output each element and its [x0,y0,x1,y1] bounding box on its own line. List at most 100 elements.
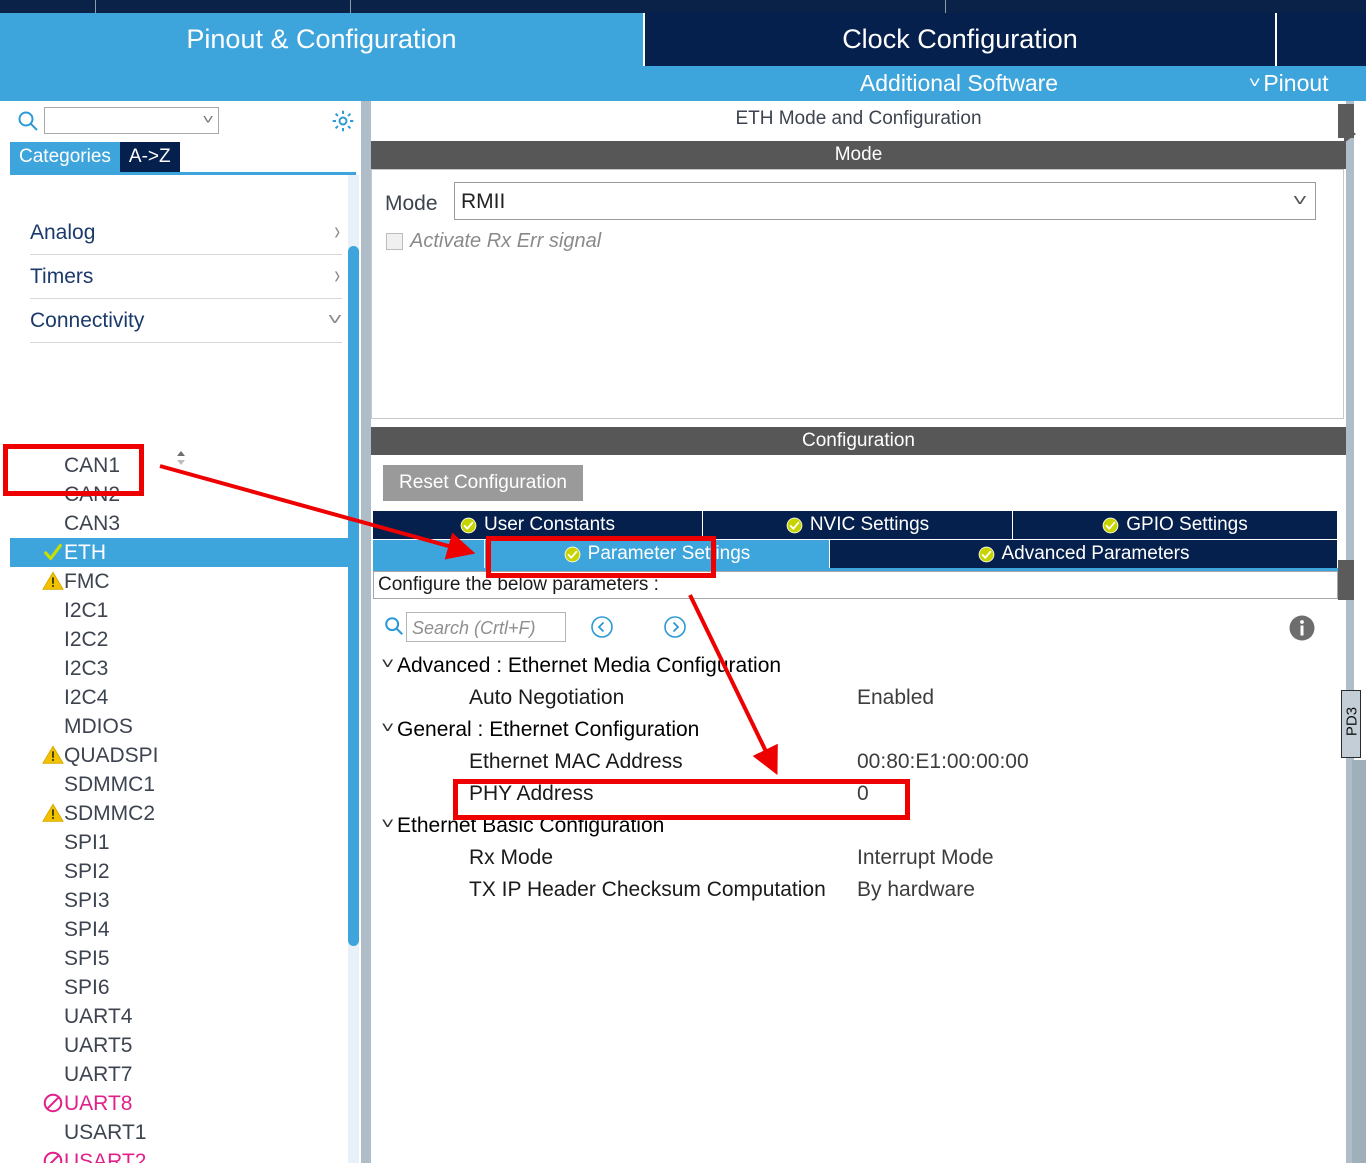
sidebar-scrollbar-thumb[interactable] [348,246,359,946]
sidebar-category-analog[interactable]: Analog › [30,211,342,255]
sidebar-item-fmc[interactable]: FMC [10,567,356,596]
parameter-row[interactable]: Rx Mode Interrupt Mode [373,842,1338,874]
sidebar-item-label: MDIOS [64,714,133,738]
right-scrollbar-segment-middle[interactable] [1338,560,1354,600]
pinout-dropdown[interactable]: ˅ Pinout [1249,66,1366,101]
parameter-row[interactable]: PHY Address 0 [373,778,1338,810]
parameter-value[interactable]: Interrupt Mode [857,846,994,870]
parameter-search-input[interactable]: Search (Crtl+F) [406,612,566,642]
tab-pinout-configuration[interactable]: Pinout & Configuration [0,13,643,66]
sidebar-item-label: SPI6 [64,975,110,999]
sidebar-category-analog-label: Analog [30,220,96,244]
configure-note-label: Configure the below parameters : [378,574,659,595]
chevron-down-icon[interactable]: ˅ [381,816,394,834]
pin-label-pd3[interactable]: PD3 [1341,690,1361,758]
sidebar-item-label: CAN2 [64,482,121,506]
tab-clock-label: Clock Configuration [842,24,1078,54]
right-scrollbar-segment-top[interactable] [1338,104,1354,138]
sidebar-item-spi1[interactable]: SPI1 [10,828,356,857]
sidebar-item-usart2[interactable]: USART2 [10,1147,356,1163]
sidebar-item-label: SPI4 [64,917,110,941]
sidebar-item-quadspi[interactable]: QUADSPI [10,741,356,770]
sidebar-item-spi6[interactable]: SPI6 [10,973,356,1002]
parameter-value[interactable]: By hardware [857,878,975,902]
sidebar-item-sdmmc1[interactable]: SDMMC1 [10,770,356,799]
sidebar-item-can2[interactable]: CAN2 [10,480,356,509]
info-icon[interactable] [1287,613,1317,643]
sidebar-item-uart4[interactable]: UART4 [10,1002,356,1031]
check-circle-icon [786,517,803,533]
tab-gpio-settings[interactable]: GPIO Settings [1013,511,1338,539]
sidebar-tab-categories[interactable]: Categories [10,142,120,172]
next-circle-icon[interactable] [663,615,687,639]
sidebar-item-i2c1[interactable]: I2C1 [10,596,356,625]
parameter-row[interactable]: TX IP Header Checksum Computation By hard… [373,874,1338,906]
tab-nvic-settings[interactable]: NVIC Settings [703,511,1013,539]
parameter-row[interactable]: Ethernet MAC Address 00:80:E1:00:00:00 [373,746,1338,778]
parameter-group-label: General : Ethernet Configuration [397,718,700,741]
parameter-value[interactable]: 0 [857,782,869,806]
sidebar-item-label: UART5 [64,1033,133,1057]
sidebar-search-input[interactable]: ˅ [44,107,219,134]
configuration-section-header: Configuration [371,427,1346,455]
sidebar-item-label: SDMMC1 [64,772,156,796]
tab-parameter-settings[interactable]: Parameter Settings [485,540,830,568]
configuration-section-body: Reset Configuration User Constants NVIC S… [371,455,1344,1163]
parameter-name: Rx Mode [469,846,554,869]
sidebar-item-uart7[interactable]: UART7 [10,1060,356,1089]
gear-icon[interactable] [330,108,356,134]
parameter-value[interactable]: 00:80:E1:00:00:00 [857,750,1029,774]
sidebar-item-sdmmc2[interactable]: SDMMC2 [10,799,356,828]
parameter-value[interactable]: Enabled [857,686,934,710]
tab-additional-software[interactable]: Additional Software [643,66,1275,101]
sidebar-item-label: SDMMC2 [64,801,156,825]
sidebar-item-usart1[interactable]: USART1 [10,1118,356,1147]
sidebar-category-timers[interactable]: Timers › [30,255,342,299]
parameter-search-placeholder: Search (Crtl+F) [412,618,536,638]
sidebar-item-uart8[interactable]: UART8 [10,1089,356,1118]
activate-rx-err-row[interactable]: Activate Rx Err signal [386,230,601,253]
tab-advanced-parameters[interactable]: Advanced Parameters [830,540,1338,568]
sidebar-item-eth[interactable]: ETH [10,538,356,567]
sidebar-item-spi3[interactable]: SPI3 [10,886,356,915]
reset-configuration-button[interactable]: Reset Configuration [383,465,583,501]
chevron-down-icon[interactable]: ˅ [1293,191,1308,211]
chevron-down-icon[interactable]: ˅ [381,720,394,738]
sidebar-item-spi2[interactable]: SPI2 [10,857,356,886]
updown-arrow-icon[interactable] [170,449,192,467]
parameter-group-row[interactable]: ˅ Ethernet Basic Configuration [373,810,1338,842]
parameter-group-row[interactable]: ˅ Advanced : Ethernet Media Configuration [373,650,1338,682]
right-scrollbar-segment-bottom[interactable] [1352,760,1366,1163]
sidebar-item-spi4[interactable]: SPI4 [10,915,356,944]
configure-note: Configure the below parameters : [373,571,1338,599]
parameter-row[interactable]: Auto Negotiation Enabled [373,682,1338,714]
tab-user-constants[interactable]: User Constants [373,511,703,539]
sidebar-item-label: ETH [64,540,106,564]
activate-rx-err-checkbox[interactable] [386,233,403,250]
check-circle-icon [1102,517,1119,533]
sidebar-item-spi5[interactable]: SPI5 [10,944,356,973]
mode-section-body: Mode RMII ˅ Activate Rx Err signal [371,169,1344,419]
parameter-group-row[interactable]: ˅ General : Ethernet Configuration [373,714,1338,746]
tab-clock-configuration[interactable]: Clock Configuration [645,13,1275,66]
sidebar-item-uart5[interactable]: UART5 [10,1031,356,1060]
sidebar-item-i2c4[interactable]: I2C4 [10,683,356,712]
sidebar-item-i2c2[interactable]: I2C2 [10,625,356,654]
prev-circle-icon[interactable] [590,615,614,639]
mode-select-value: RMII [461,190,506,213]
pin-label-pd3-text: PD3 [1343,706,1361,737]
peripheral-sidebar: ˅ Categories A->Z Analog › Timers › Conn… [0,101,366,1163]
sidebar-tab-group: Categories A->Z [10,142,180,172]
sidebar-item-label: USART1 [64,1120,147,1144]
sidebar-item-can3[interactable]: CAN3 [10,509,356,538]
check-circle-icon [978,546,994,562]
mode-select[interactable]: RMII ˅ [454,182,1316,220]
main-tab-row: Pinout & Configuration Clock Configurati… [0,13,1366,66]
sidebar-category-connectivity[interactable]: Connectivity ˅ [30,299,342,343]
sidebar-item-mdios[interactable]: MDIOS [10,712,356,741]
peripheral-list: CAN1 CAN2 CAN3 ETH FMC I2C1 I2C2 I2C3 I2C4 MDIOS Q… [10,451,356,1163]
chevron-down-icon[interactable]: ˅ [202,111,213,127]
sidebar-item-i2c3[interactable]: I2C3 [10,654,356,683]
chevron-down-icon[interactable]: ˅ [381,656,394,674]
sidebar-tab-a-to-z[interactable]: A->Z [119,142,180,172]
